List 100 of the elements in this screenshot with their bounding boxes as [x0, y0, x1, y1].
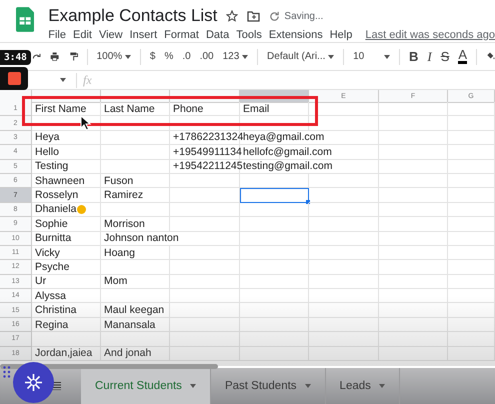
- table-cell[interactable]: Last Name: [101, 102, 170, 116]
- table-cell[interactable]: [309, 332, 379, 347]
- table-cell[interactable]: [309, 274, 379, 290]
- table-cell[interactable]: [448, 246, 495, 260]
- table-cell[interactable]: Sophie: [32, 217, 101, 232]
- table-cell[interactable]: [101, 202, 170, 218]
- table-cell[interactable]: [309, 116, 379, 131]
- table-cell[interactable]: [379, 274, 448, 290]
- table-cell[interactable]: Morrison: [101, 217, 170, 232]
- table-cell[interactable]: [379, 318, 448, 332]
- table-cell[interactable]: [309, 303, 379, 318]
- table-cell[interactable]: Vicky: [32, 246, 101, 260]
- currency-button[interactable]: $: [150, 51, 156, 62]
- table-cell[interactable]: +19549911134: [170, 145, 240, 160]
- star-icon[interactable]: [226, 10, 238, 22]
- table-cell[interactable]: [170, 202, 240, 218]
- menu-item[interactable]: File: [48, 29, 66, 41]
- table-cell[interactable]: Heya: [32, 130, 101, 146]
- table-cell[interactable]: [240, 116, 309, 131]
- table-cell[interactable]: [101, 160, 170, 174]
- table-cell[interactable]: Burnitta: [32, 232, 101, 246]
- table-cell[interactable]: [101, 332, 170, 347]
- table-cell[interactable]: [170, 260, 240, 275]
- menu-item[interactable]: Edit: [73, 29, 92, 41]
- table-cell[interactable]: [448, 130, 495, 146]
- table-cell[interactable]: [240, 318, 309, 332]
- active-cell[interactable]: [240, 188, 309, 203]
- table-cell[interactable]: [309, 246, 379, 260]
- stop-recording-button[interactable]: [0, 67, 28, 90]
- table-cell[interactable]: [101, 130, 170, 146]
- increase-decimals-button[interactable]: .00: [200, 51, 214, 62]
- table-cell[interactable]: hellofc@gmail.com: [240, 145, 379, 160]
- table-cell[interactable]: [170, 332, 240, 347]
- table-cell[interactable]: [240, 232, 309, 246]
- table-cell[interactable]: [101, 260, 170, 275]
- table-cell[interactable]: [379, 332, 448, 347]
- menu-item[interactable]: View: [98, 29, 123, 41]
- table-cell[interactable]: [448, 102, 495, 116]
- paint-format-icon[interactable]: [68, 50, 78, 63]
- table-cell[interactable]: [379, 145, 448, 160]
- table-cell[interactable]: [240, 274, 309, 290]
- table-cell[interactable]: [448, 174, 495, 188]
- table-cell[interactable]: [379, 174, 448, 188]
- table-cell[interactable]: Hoang: [101, 246, 170, 260]
- font-size-dropdown[interactable]: 10: [353, 51, 390, 62]
- menu-item[interactable]: Insert: [130, 29, 158, 41]
- table-cell[interactable]: [379, 232, 448, 246]
- table-cell[interactable]: [309, 202, 379, 218]
- italic-button[interactable]: I: [427, 48, 432, 64]
- table-cell[interactable]: Jordan,jaiea: [32, 346, 101, 362]
- table-cell[interactable]: Shawneen: [32, 174, 101, 188]
- table-cell[interactable]: [379, 303, 448, 318]
- text-color-button[interactable]: A: [458, 49, 468, 64]
- table-cell[interactable]: [240, 289, 309, 304]
- sheet-tab[interactable]: Leads: [326, 368, 400, 404]
- table-cell[interactable]: [448, 232, 495, 246]
- action-button[interactable]: [13, 362, 54, 403]
- table-cell[interactable]: [240, 217, 309, 232]
- table-cell[interactable]: [170, 174, 240, 188]
- table-cell[interactable]: [379, 260, 448, 275]
- table-cell[interactable]: Regina: [32, 318, 101, 332]
- table-cell[interactable]: [101, 145, 170, 160]
- table-cell[interactable]: [379, 217, 448, 232]
- table-cell[interactable]: [170, 289, 240, 304]
- table-cell[interactable]: [448, 217, 495, 232]
- table-cell[interactable]: [309, 174, 379, 188]
- table-cell[interactable]: [170, 274, 240, 290]
- table-cell[interactable]: [448, 318, 495, 332]
- last-edit-link[interactable]: Last edit was seconds ago: [365, 29, 495, 41]
- table-cell[interactable]: [240, 303, 309, 318]
- table-cell[interactable]: Fuson: [101, 174, 170, 188]
- table-cell[interactable]: [379, 346, 448, 362]
- menu-item[interactable]: Data: [206, 29, 230, 41]
- table-cell[interactable]: Mom: [101, 274, 170, 290]
- table-cell[interactable]: [448, 116, 495, 131]
- menu-item[interactable]: Extensions: [268, 29, 323, 41]
- zoom-dropdown[interactable]: 100%: [96, 51, 132, 62]
- table-cell[interactable]: [309, 318, 379, 332]
- table-cell[interactable]: [448, 145, 495, 160]
- table-cell[interactable]: [240, 260, 309, 275]
- table-cell[interactable]: [379, 246, 448, 260]
- table-cell[interactable]: [379, 116, 448, 131]
- table-cell[interactable]: [309, 346, 379, 362]
- sheet-tab[interactable]: Current Students: [81, 368, 211, 404]
- table-cell[interactable]: [309, 289, 379, 304]
- table-cell[interactable]: Phone: [170, 102, 240, 116]
- document-title[interactable]: Example Contacts List: [48, 6, 218, 26]
- table-cell[interactable]: [448, 188, 495, 203]
- table-cell[interactable]: [170, 217, 240, 232]
- menu-item[interactable]: Tools: [236, 29, 262, 41]
- sheet-tab[interactable]: Past Students: [210, 368, 326, 404]
- table-cell[interactable]: [379, 160, 448, 174]
- table-cell[interactable]: Testing: [32, 160, 101, 174]
- table-cell[interactable]: Psyche: [32, 260, 101, 275]
- folder-icon[interactable]: [247, 10, 260, 22]
- table-cell[interactable]: [309, 260, 379, 275]
- menu-item[interactable]: Help: [330, 29, 352, 41]
- table-cell[interactable]: [240, 332, 309, 347]
- table-cell[interactable]: [101, 116, 170, 131]
- table-cell[interactable]: [309, 102, 379, 116]
